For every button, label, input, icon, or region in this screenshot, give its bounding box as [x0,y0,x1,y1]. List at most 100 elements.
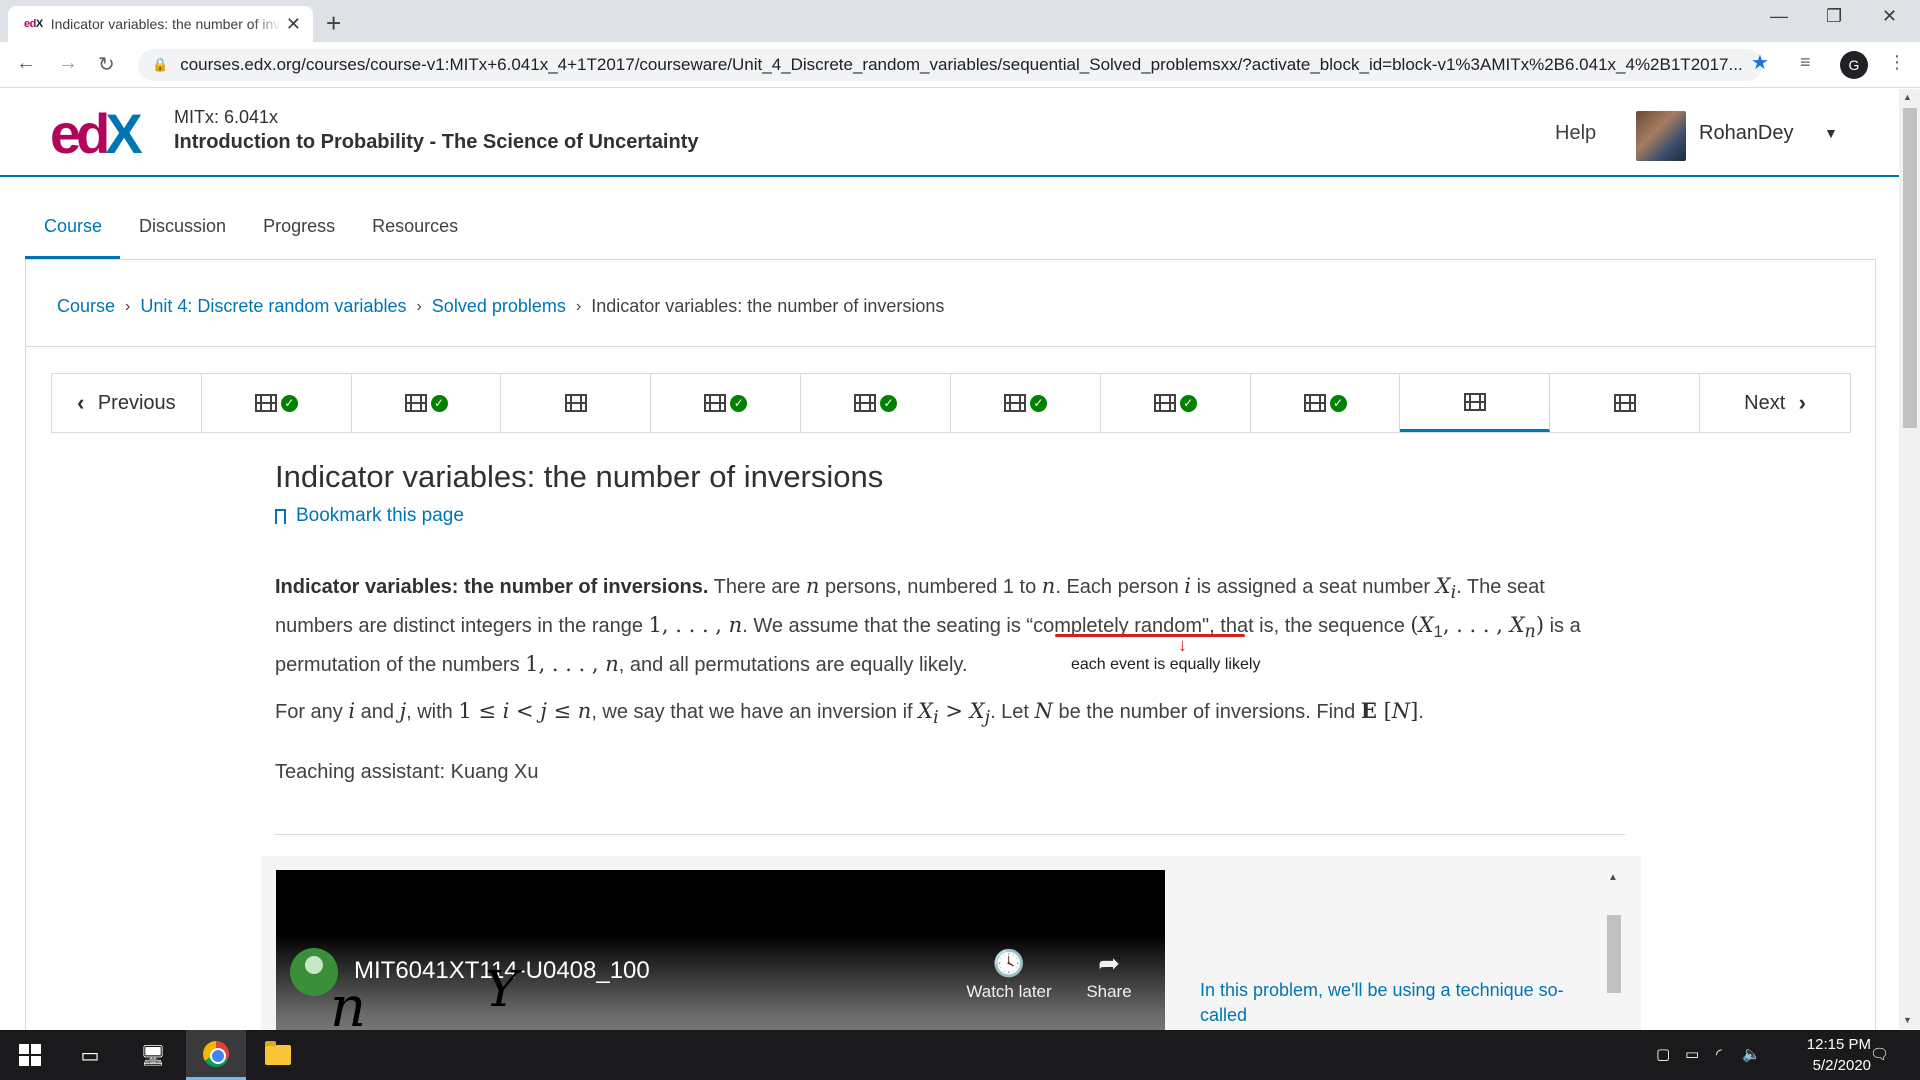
tab-close-icon[interactable]: ✕ [286,14,301,35]
completed-check-icon: ✓ [1179,394,1197,412]
problem-question: For any i and j, with 1 ≤ i < j ≤ n, we … [275,698,1424,729]
course-org: MITx: 6.041x [174,107,279,127]
bookmark-button[interactable]: Bookmark this page [275,505,464,529]
chrome-menu-icon[interactable]: ⋮ [1888,52,1906,73]
share-icon: ➦ [1098,948,1120,978]
sequence-unit-tab[interactable]: ✓ [651,374,802,432]
browser-toolbar: ← → ↻ 🔒 courses.edx.org/courses/course-v… [0,42,1920,88]
restore-icon[interactable]: ❐ [1826,6,1842,27]
video-icon [1613,394,1636,412]
sequence-unit-tab[interactable]: ✓ [951,374,1101,432]
video-icon [854,394,877,412]
chevron-right-icon: › [1798,390,1806,415]
breadcrumb-separator-icon: › [416,297,422,315]
sequence-unit-tab[interactable] [501,374,652,432]
bookmark-star-icon[interactable]: ★ [1751,50,1906,75]
tray-tablet-icon[interactable]: ▢ [1656,1045,1670,1063]
chrome-icon [203,1040,229,1067]
video-icon [1463,392,1486,411]
problem-heading: Indicator variables: the number of inver… [275,576,709,598]
share-label: Share [1086,982,1132,1001]
divider [275,834,1625,835]
new-tab-button[interactable]: + [326,8,341,39]
completed-check-icon: ✓ [1329,394,1347,412]
completed-check-icon: ✓ [730,394,748,412]
clock-time: 12:15 PM [1806,1036,1871,1053]
previous-button[interactable]: ‹ Previous [52,374,202,432]
wifi-icon[interactable]: ◜ [1716,1045,1722,1063]
sequence-unit-tab[interactable]: ✓ [1101,374,1251,432]
user-menu-caret-icon[interactable]: ▼ [1824,125,1838,141]
url-text[interactable]: courses.edx.org/courses/course-v1:MITx+6… [180,55,1749,75]
handwritten-y: Y [485,960,519,1018]
video-icon [704,394,727,412]
clock-icon: 🕓 [992,948,1026,978]
scroll-down-icon[interactable]: ▼ [1903,1015,1912,1025]
tab-resources[interactable]: Resources [353,200,476,260]
edx-header: edX MITx: 6.041x Introduction to Probabi… [0,89,1899,177]
handwritten-annotation: each event is equally likely [1071,656,1261,673]
video-icon [1303,394,1326,412]
windows-logo-icon [19,1044,41,1066]
share-button[interactable]: ➦ Share [1064,948,1154,1002]
help-link[interactable]: Help [1555,122,1596,145]
handwritten-arrow: ↓ [1178,635,1187,655]
completed-check-icon: ✓ [430,394,448,412]
transcript-scroll-up-icon[interactable]: ▲ [1608,872,1618,883]
sequence-unit-tab[interactable] [1400,374,1551,432]
tab-progress[interactable]: Progress [244,200,353,260]
edx-logo[interactable]: edX [50,106,143,162]
username[interactable]: RohanDey [1699,122,1794,145]
minimize-icon[interactable]: — [1770,6,1788,27]
notification-icon[interactable]: 🗨 [1870,1045,1889,1063]
address-bar[interactable]: 🔒 courses.edx.org/courses/course-v1:MITx… [138,49,1763,81]
task-view-icon[interactable]: ▭ [60,1030,120,1080]
breadcrumb-current: Indicator variables: the number of inver… [591,296,945,316]
breadcrumb-section[interactable]: Solved problems [432,296,566,317]
lock-icon[interactable]: 🔒 [152,57,168,73]
video-icon [1003,394,1026,412]
scroll-up-icon[interactable]: ▲ [1903,92,1912,102]
next-button[interactable]: Next › [1700,374,1850,432]
sequence-unit-tab[interactable]: ✓ [352,374,502,432]
tab-discussion[interactable]: Discussion [120,200,244,260]
sequence-unit-tab[interactable] [1550,374,1701,432]
volume-icon[interactable]: 🔈 [1742,1045,1761,1063]
completed-check-icon: ✓ [1029,394,1047,412]
divider [26,346,1876,347]
video-icon [254,394,277,412]
profile-avatar[interactable]: G [1840,51,1868,79]
user-avatar[interactable] [1636,111,1686,161]
sequence-unit-tab[interactable]: ✓ [801,374,951,432]
windows-taskbar: ▭ 🖥 ▢ ▭ ◜ 🔈 12:15 PM 5/2/2020 🗨 [0,1030,1920,1080]
browser-tab-bar: edX Indicator variables: the number of i… [0,0,1920,42]
completed-check-icon: ✓ [280,394,298,412]
breadcrumb-course[interactable]: Course [57,296,115,317]
sequence-unit-tab[interactable]: ✓ [1251,374,1401,432]
handwritten-underline [1055,634,1245,637]
back-icon[interactable]: ← [16,52,36,75]
start-button[interactable] [0,1030,60,1080]
page-scrollbar-thumb[interactable] [1903,108,1917,428]
system-clock[interactable]: 12:15 PM 5/2/2020 [1771,1034,1871,1076]
sequence-unit-tab[interactable]: ✓ [202,374,352,432]
transcript-line[interactable]: In this problem, we'll be using a techni… [1200,978,1600,1028]
teaching-assistant: Teaching assistant: Kuang Xu [275,761,539,783]
battery-icon[interactable]: ▭ [1685,1045,1699,1063]
window-close-icon[interactable]: ✕ [1882,6,1897,27]
reload-icon[interactable]: ↻ [98,52,115,77]
tab-course[interactable]: Course [25,200,121,260]
app-icon[interactable]: 🖥 [123,1030,183,1080]
forward-icon[interactable]: → [58,52,78,75]
file-explorer-icon[interactable] [248,1030,308,1080]
browser-tab[interactable]: edX Indicator variables: the number of i… [8,6,313,42]
transcript-scrollbar[interactable] [1607,915,1621,993]
watch-later-label: Watch later [966,982,1052,1001]
chrome-taskbar-icon[interactable] [186,1030,246,1080]
previous-label: Previous [97,391,176,414]
folder-icon [265,1041,291,1065]
breadcrumb-unit[interactable]: Unit 4: Discrete random variables [140,296,406,317]
media-control-icon[interactable]: ≡ [1800,52,1811,73]
watch-later-button[interactable]: 🕓 Watch later [964,948,1054,1002]
bookmark-label: Bookmark this page [296,505,464,526]
